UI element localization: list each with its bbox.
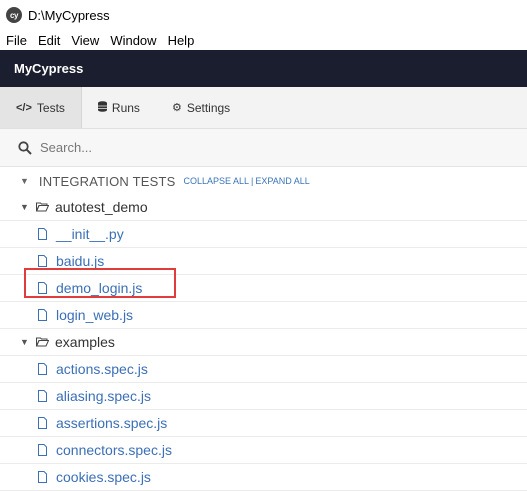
file-icon — [38, 363, 47, 375]
file-icon — [38, 417, 47, 429]
file-label: login_web.js — [56, 307, 134, 323]
spec-file-row[interactable]: __init__.py — [0, 221, 527, 248]
search-bar — [0, 129, 527, 167]
spec-file-row[interactable]: actions.spec.js — [0, 356, 527, 383]
tab-settings[interactable]: ⚙ Settings — [156, 87, 246, 128]
file-label: baidu.js — [56, 253, 105, 269]
window-title: D:\MyCypress — [28, 7, 110, 23]
spec-file-row[interactable]: assertions.spec.js — [0, 410, 527, 437]
caret-down-icon: ▼ — [20, 202, 29, 212]
file-label: aliasing.spec.js — [56, 388, 151, 404]
search-icon — [18, 140, 32, 155]
integration-tests-header[interactable]: ▼ INTEGRATION TESTS COLLAPSE ALL | EXPAND … — [0, 168, 527, 194]
folder-examples[interactable]: ▼ examples — [0, 329, 527, 356]
file-icon — [38, 471, 47, 483]
folder-label: examples — [55, 334, 115, 350]
cypress-logo-icon: cy — [6, 7, 22, 23]
file-icon — [38, 390, 47, 402]
menu-help[interactable]: Help — [162, 33, 200, 48]
menu-window[interactable]: Window — [104, 33, 161, 48]
caret-down-icon: ▼ — [20, 176, 29, 186]
folder-open-icon — [36, 337, 49, 347]
database-icon — [97, 100, 107, 115]
tab-settings-label: Settings — [186, 100, 231, 115]
folder-open-icon — [36, 202, 49, 212]
section-title: INTEGRATION TESTS — [38, 173, 176, 189]
gear-icon: ⚙ — [171, 102, 182, 114]
tab-tests-label: Tests — [36, 100, 65, 115]
spec-file-row[interactable]: connectors.spec.js — [0, 437, 527, 464]
menu-bar: File Edit View Window Help — [0, 30, 527, 50]
tab-runs-label: Runs — [111, 100, 140, 115]
folder-autotest-demo[interactable]: ▼ autotest_demo — [0, 194, 527, 221]
spec-tree: ▼ autotest_demo __init__.py baidu.js dem… — [0, 194, 527, 491]
title-bar: cy D:\MyCypress — [0, 0, 527, 30]
file-icon — [38, 309, 47, 321]
collapse-all-link[interactable]: COLLAPSE ALL — [183, 176, 249, 186]
tab-runs[interactable]: Runs — [82, 87, 156, 128]
file-label: cookies.spec.js — [56, 469, 151, 485]
section-actions: COLLAPSE ALL | EXPAND ALL — [183, 176, 309, 186]
file-label: actions.spec.js — [56, 361, 148, 377]
file-label: assertions.spec.js — [56, 415, 168, 431]
file-icon — [38, 255, 47, 267]
nav-tabs: </> Tests Runs ⚙ Settings — [0, 87, 527, 129]
file-label: __init__.py — [56, 226, 124, 242]
folder-label: autotest_demo — [55, 199, 148, 215]
spec-file-row[interactable]: cookies.spec.js — [0, 464, 527, 491]
menu-edit[interactable]: Edit — [32, 33, 65, 48]
search-input[interactable] — [40, 140, 340, 155]
highlight-box — [24, 268, 176, 298]
tab-tests[interactable]: </> Tests — [0, 87, 82, 128]
menu-file[interactable]: File — [0, 33, 32, 48]
spec-file-row[interactable]: login_web.js — [0, 302, 527, 329]
spec-file-row[interactable]: aliasing.spec.js — [0, 383, 527, 410]
menu-view[interactable]: View — [65, 33, 104, 48]
project-name: MyCypress — [14, 61, 84, 76]
expand-all-link[interactable]: EXPAND ALL — [255, 176, 309, 186]
file-label: connectors.spec.js — [56, 442, 172, 458]
file-icon — [38, 444, 47, 456]
app-header: MyCypress — [0, 50, 527, 87]
code-icon: </> — [16, 101, 32, 114]
file-icon — [38, 228, 47, 240]
caret-down-icon: ▼ — [20, 337, 29, 347]
